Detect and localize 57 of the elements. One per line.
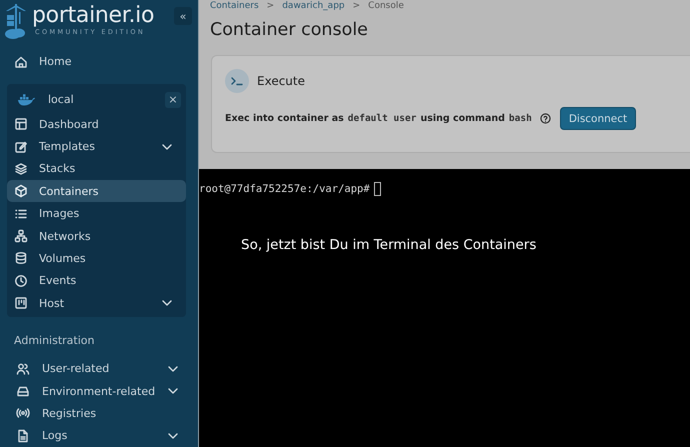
- users-icon: [16, 362, 30, 376]
- terminal-cursor: [374, 182, 381, 196]
- sidebar-item[interactable]: Events: [7, 270, 186, 292]
- chevron-down-icon[interactable]: [168, 366, 178, 372]
- network-icon: [14, 229, 28, 244]
- sidebar-item[interactable]: Logs: [6, 424, 192, 447]
- crane-logo-icon: [4, 4, 28, 40]
- sidebar-item[interactable]: Registries: [6, 402, 192, 425]
- code-text: default user: [348, 113, 416, 124]
- server-icon: [14, 296, 28, 310]
- sidebar-item[interactable]: Volumes: [7, 247, 186, 270]
- terminal-icon: [225, 69, 249, 93]
- chevron-down-icon[interactable]: [168, 388, 178, 394]
- sidebar-item[interactable]: Templates: [7, 135, 186, 158]
- chevron-down-icon[interactable]: [162, 144, 172, 150]
- chevron-down-icon[interactable]: [168, 432, 178, 439]
- sidebar-item[interactable]: Host: [7, 292, 186, 314]
- breadcrumb-separator: >: [266, 1, 274, 11]
- breadcrumb-separator: >: [352, 1, 360, 11]
- file-icon: [16, 428, 30, 443]
- terminal-prompt: root@77dfa752257e:/var/app#: [199, 183, 370, 195]
- page-title: Container console: [210, 19, 369, 41]
- breadcrumb-link[interactable]: dawarich_app: [282, 1, 345, 11]
- card-title: Execute: [257, 74, 305, 88]
- exec-text: using command: [420, 113, 505, 124]
- edit-icon: [14, 140, 28, 154]
- collapse-button[interactable]: «: [174, 7, 192, 25]
- breadcrumb-current: Console: [368, 1, 404, 11]
- sidebar-item[interactable]: Environment-related: [6, 380, 192, 402]
- layers-icon: [14, 162, 28, 176]
- disconnect-button[interactable]: Disconnect: [560, 107, 636, 130]
- sidebar-item[interactable]: Networks: [7, 224, 186, 248]
- layout-icon: [14, 117, 28, 132]
- drive-icon: [16, 384, 30, 398]
- help-icon[interactable]: [540, 113, 551, 124]
- breadcrumb-link[interactable]: Containers: [210, 1, 259, 11]
- sidebar-item[interactable]: Containers: [7, 180, 186, 202]
- sidebar-item[interactable]: Images: [7, 202, 186, 225]
- cube-icon: [14, 184, 28, 198]
- terminal-panel[interactable]: root@77dfa752257e:/var/app# So, jetzt bist Du im Terminal des Containers: [199, 169, 690, 447]
- logo-text: portainer.io: [32, 4, 154, 28]
- clock-icon: [14, 274, 28, 288]
- sidebar-item[interactable]: Dashboard: [7, 112, 186, 136]
- sidebar-item[interactable]: Stacks: [7, 158, 186, 180]
- chevron-down-icon[interactable]: [162, 300, 172, 306]
- whale-icon: [17, 94, 35, 106]
- home-icon: [14, 54, 28, 69]
- close-button[interactable]: ×: [165, 92, 181, 108]
- sidebar-item[interactable]: User-related: [6, 357, 192, 380]
- annotation-text: So, jetzt bist Du im Terminal des Containers: [241, 237, 536, 253]
- code-text: bash: [508, 113, 532, 124]
- broadcast-icon: [16, 406, 30, 420]
- database-icon: [14, 251, 28, 266]
- environment-name: local: [48, 93, 74, 106]
- exec-text: Exec into container as: [225, 113, 344, 124]
- section-title: Administration: [13, 333, 96, 350]
- sidebar-item[interactable]: Home: [6, 51, 192, 72]
